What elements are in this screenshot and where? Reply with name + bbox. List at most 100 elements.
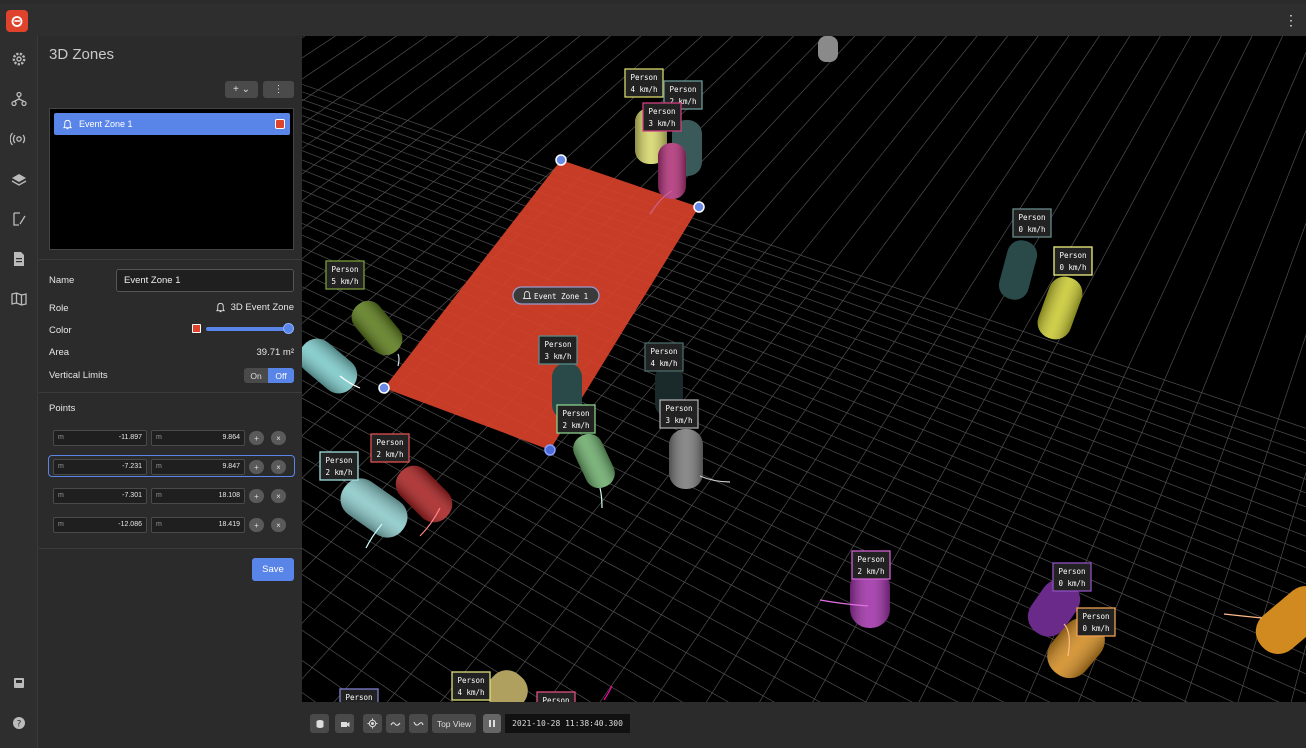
color-swatch[interactable]	[192, 324, 201, 333]
remove-point-icon[interactable]: ×	[271, 489, 286, 503]
point-y-field[interactable]: m 18.419	[151, 517, 245, 533]
toggle-off[interactable]: Off	[268, 368, 294, 383]
zones-panel: 3D Zones + ⌄ ⋮ Event Zone 1 Name Role 3D…	[39, 36, 302, 748]
role-value: 3D Event Zone	[215, 302, 294, 313]
unit-label: m	[58, 521, 64, 528]
remove-point-icon[interactable]: ×	[271, 431, 286, 445]
person-label[interactable]: Person 3 km/h	[659, 399, 699, 429]
document-icon[interactable]	[8, 248, 30, 270]
unit-label: m	[156, 463, 162, 470]
person-label-class: Person	[562, 409, 589, 418]
person-label[interactable]: Person	[536, 691, 576, 702]
person-label[interactable]: Person 2 km/h	[319, 451, 359, 481]
vertical-limits-toggle[interactable]: On Off	[244, 368, 294, 383]
person-label[interactable]: Person 0 km/h	[1076, 607, 1116, 637]
color-slider[interactable]	[206, 327, 288, 331]
person-label-class: Person	[376, 438, 403, 447]
person-label-speed: 3 km/h	[544, 352, 571, 361]
zone-label-pill[interactable]: Event Zone 1	[512, 286, 600, 305]
person-label[interactable]: Person 3 km/h	[642, 102, 682, 132]
zone-edit-icon[interactable]	[8, 208, 30, 230]
person-label-speed: 5 km/h	[331, 277, 358, 286]
area-label: Area	[49, 347, 70, 358]
add-point-icon[interactable]: +	[249, 518, 264, 532]
point-x-field[interactable]: m -7.301	[53, 488, 147, 504]
point-x-field[interactable]: m -12.086	[53, 517, 147, 533]
name-field[interactable]	[116, 269, 294, 292]
trail-alt-icon[interactable]	[409, 714, 428, 733]
person-label-class: Person	[1059, 251, 1086, 260]
target-icon[interactable]	[363, 714, 382, 733]
person-label-class: Person	[1058, 567, 1085, 576]
point-x-field[interactable]: m -11.897	[53, 430, 147, 446]
power-logo-icon[interactable]	[6, 10, 28, 32]
add-zone-button[interactable]: + ⌄	[225, 81, 258, 98]
more-options-button[interactable]: ⋮	[263, 81, 294, 98]
person-label[interactable]: Person 2 km/h	[370, 433, 410, 463]
divider	[39, 259, 302, 260]
person-label-class: Person	[1082, 612, 1109, 621]
person-label[interactable]: Person 3 km/h	[538, 335, 578, 365]
person-label[interactable]: Person 0 km/h	[1052, 562, 1092, 592]
person-label-class: Person	[665, 404, 692, 413]
point-y-field[interactable]: m 9.864	[151, 430, 245, 446]
trail-icon[interactable]	[386, 714, 405, 733]
point-y-field[interactable]: m 18.108	[151, 488, 245, 504]
kebab-menu-icon[interactable]: ⋮	[1284, 12, 1298, 28]
remove-point-icon[interactable]: ×	[271, 518, 286, 532]
person-label-class: Person	[331, 265, 358, 274]
person-label-speed: 0 km/h	[1082, 624, 1109, 633]
network-icon[interactable]	[8, 88, 30, 110]
person-label[interactable]: Person 4 km/h	[644, 342, 684, 372]
point-y-field[interactable]: m 9.847	[151, 459, 245, 475]
person-label[interactable]: Person 4 km/h	[451, 671, 491, 701]
map-icon[interactable]	[8, 288, 30, 310]
person-label[interactable]: Person 2 km/h	[556, 404, 596, 434]
person-label[interactable]: Person 2 km/h	[851, 550, 891, 580]
point-x-field[interactable]: m -7.231	[53, 459, 147, 475]
scene-canvas[interactable]: Event Zone 1 Person4 km/h Person2 km/hPe…	[302, 36, 1306, 702]
zone-vertex-handle[interactable]	[378, 382, 390, 394]
person-label-speed: 4 km/h	[630, 85, 657, 94]
person-label-speed: 2 km/h	[325, 468, 352, 477]
top-view-button[interactable]: Top View	[432, 714, 476, 733]
bell-icon	[215, 302, 225, 313]
point-x-value: -12.086	[118, 521, 142, 528]
add-point-icon[interactable]: +	[249, 431, 264, 445]
book-icon[interactable]	[8, 672, 30, 694]
point-x-value: -7.301	[122, 492, 142, 499]
save-button[interactable]: Save	[252, 558, 294, 581]
person-label-class: Person	[325, 456, 352, 465]
unit-label: m	[156, 521, 162, 528]
gear-icon[interactable]	[8, 48, 30, 70]
help-icon[interactable]: ?	[8, 712, 30, 734]
color-slider-handle[interactable]	[283, 323, 294, 334]
person-label-speed: 3 km/h	[648, 119, 675, 128]
person-label[interactable]: Person 0 km/h	[1012, 208, 1052, 238]
person-label[interactable]: Person 5 km/h	[325, 260, 365, 290]
zone-vertex-handle[interactable]	[555, 154, 567, 166]
unit-label: m	[58, 434, 64, 441]
sensor-icon[interactable]	[8, 128, 30, 150]
area-value: 39.71 m²	[256, 347, 295, 358]
toggle-on[interactable]: On	[244, 368, 268, 383]
cylinder-view-icon[interactable]	[310, 714, 329, 733]
person-label[interactable]: Person 4 km/h	[624, 68, 664, 98]
add-point-icon[interactable]: +	[249, 489, 264, 503]
layers-icon[interactable]	[8, 168, 30, 190]
zone-vertex-handle[interactable]	[693, 201, 705, 213]
point-row-1: m -11.897 m 9.864 + ×	[49, 427, 294, 449]
person-label-class: Person	[544, 340, 571, 349]
point-row-4: m -12.086 m 18.419 + ×	[49, 514, 294, 536]
person-label[interactable]: Person	[339, 688, 379, 702]
3d-viewport[interactable]: Event Zone 1 Person 4 km/h Person 2 km/h…	[302, 36, 1306, 702]
camera-icon[interactable]	[335, 714, 354, 733]
point-x-value: -11.897	[118, 434, 142, 441]
divider	[39, 392, 302, 393]
zone-vertex-handle[interactable]	[544, 444, 556, 456]
add-point-icon[interactable]: +	[249, 460, 264, 474]
remove-point-icon[interactable]: ×	[271, 460, 286, 474]
person-label[interactable]: Person 0 km/h	[1053, 246, 1093, 276]
pause-icon[interactable]	[483, 714, 501, 733]
list-item[interactable]: Event Zone 1	[54, 113, 290, 135]
